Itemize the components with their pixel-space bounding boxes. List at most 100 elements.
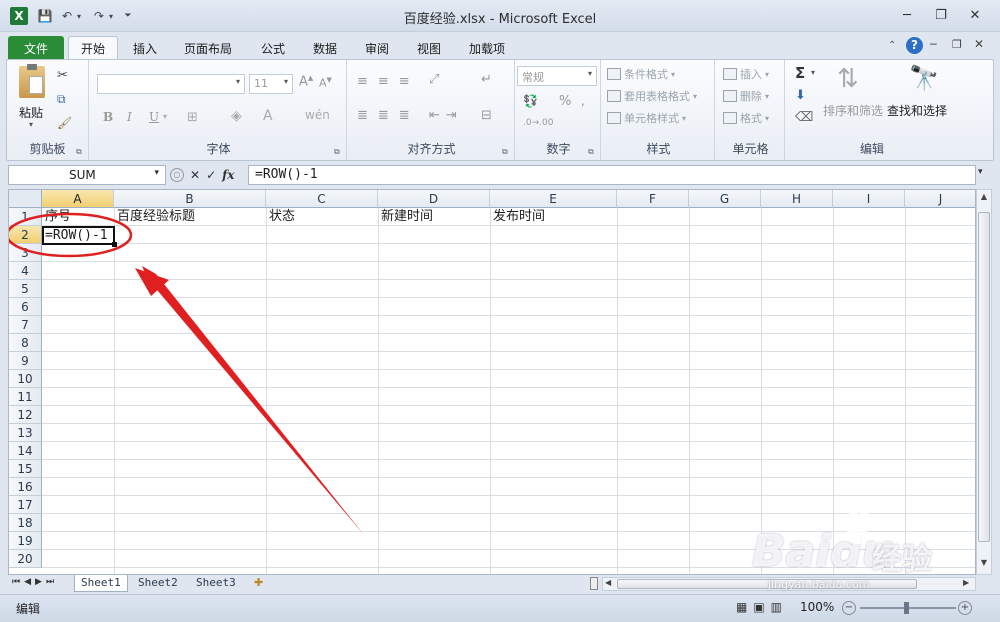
close-button[interactable]: ✕ [962, 6, 988, 24]
zoom-slider-thumb[interactable] [904, 602, 909, 614]
percent-icon[interactable]: % [559, 94, 571, 109]
font-launcher-icon[interactable]: ⧉ [334, 147, 343, 156]
zoom-level[interactable]: 100% [800, 600, 834, 614]
tab-addins[interactable]: 加载项 [457, 36, 517, 60]
view-buttons-icons[interactable]: ▦▣▥ [736, 600, 788, 614]
find-select-icon[interactable]: 🔭 [909, 64, 939, 92]
tab-data[interactable]: 数据 [301, 36, 349, 60]
baidu-watermark: Baidu 经验 jingyan.baidu.com [748, 508, 948, 598]
clipboard-launcher-icon[interactable]: ⧉ [76, 147, 85, 156]
doc-close-icon[interactable]: ✕ [974, 37, 984, 51]
horizontal-align-icons[interactable]: ≣≣≣ [357, 108, 420, 123]
restore-button[interactable]: ❐ [928, 6, 954, 24]
sheet-tab-sheet1[interactable]: Sheet1 [74, 575, 128, 592]
wrap-text-icon[interactable]: ↵ [481, 72, 492, 87]
comma-icon[interactable]: , [581, 94, 585, 108]
help-icon[interactable]: ? [906, 37, 923, 54]
format-as-table-button[interactable]: 套用表格格式 ▾ [607, 88, 697, 104]
zoom-in-icon[interactable]: + [958, 601, 972, 615]
number-group: 常规 ▾ 💱 % , .0→.00 数字 ⧉ [517, 60, 601, 160]
phonetic-icon[interactable]: wén [305, 108, 330, 122]
underline-icon[interactable]: U [149, 110, 159, 124]
alignment-launcher-icon[interactable]: ⧉ [502, 147, 511, 156]
editing-group: Σ ▾ ⬇ ⌫ ⇅ 排序和筛选 🔭 查找和选择 编辑 [787, 60, 957, 160]
font-color-icon[interactable]: A [263, 108, 273, 124]
autosum-dropdown-icon[interactable]: ▾ [811, 68, 815, 77]
minimize-button[interactable]: ─ [894, 6, 920, 24]
expand-formula-bar-icon[interactable]: ▾ [978, 167, 983, 177]
copy-icon[interactable]: ⧉ [57, 92, 66, 107]
grow-font-icon[interactable]: A▲ [299, 74, 313, 89]
window-title: 百度经验.xlsx - Microsoft Excel [403, 12, 597, 27]
scroll-left-icon[interactable]: ◀ [605, 578, 611, 587]
doc-minimize-icon[interactable]: ─ [930, 38, 937, 51]
autosum-icon[interactable]: Σ [795, 64, 805, 82]
delete-cells-button[interactable]: 删除 ▾ [723, 88, 769, 104]
insert-function-icon[interactable]: fx [222, 168, 234, 182]
name-box-dropdown-icon[interactable]: ▾ [154, 168, 159, 182]
currency-icon[interactable]: 💱 [523, 94, 538, 108]
scroll-right-icon[interactable]: ▶ [963, 578, 969, 587]
orientation-icon[interactable]: ⤢ [429, 72, 439, 87]
bold-icon[interactable]: B [103, 110, 113, 124]
scroll-up-icon[interactable]: ▲ [978, 192, 990, 201]
enter-formula-icon[interactable]: ✓ [206, 168, 216, 182]
format-cells-button[interactable]: 格式 ▾ [723, 110, 769, 126]
sort-filter-icon[interactable]: ⇅ [837, 64, 859, 94]
conditional-format-button[interactable]: 条件格式 ▾ [607, 66, 675, 82]
cancel-formula-icon[interactable]: ✕ [190, 168, 200, 182]
borders-icon[interactable]: ⊞ [187, 110, 198, 125]
zoom-out-icon[interactable]: − [842, 601, 856, 615]
delete-cells-label: 删除 [740, 90, 762, 103]
scroll-down-icon[interactable]: ▼ [978, 558, 990, 567]
insert-cells-button[interactable]: 插入 ▾ [723, 66, 769, 82]
paste-dropdown-icon[interactable]: ▾ [29, 120, 33, 129]
sheet-tab-sheet3[interactable]: Sheet3 [190, 575, 242, 592]
tab-review[interactable]: 审阅 [353, 36, 401, 60]
fill-color-icon[interactable]: ◈ [231, 108, 242, 124]
formula-input[interactable]: =ROW()-1 [248, 165, 976, 185]
shrink-font-icon[interactable]: A▼ [319, 76, 332, 90]
italic-icon[interactable]: I [127, 110, 132, 124]
name-box[interactable]: SUM ▾ [8, 165, 166, 185]
doc-restore-icon[interactable]: ❐ [952, 38, 962, 51]
insert-sheet-icon[interactable]: ✚ [254, 576, 263, 589]
scroll-thumb[interactable] [978, 212, 990, 542]
font-size-value: 11 [254, 77, 268, 90]
merge-center-icon[interactable]: ⊟ [481, 108, 492, 123]
sheet-tab-sheet2[interactable]: Sheet2 [132, 575, 184, 592]
number-launcher-icon[interactable]: ⧉ [588, 147, 597, 156]
underline-dropdown-icon[interactable]: ▾ [163, 112, 167, 121]
cells-group: 插入 ▾ 删除 ▾ 格式 ▾ 单元格 [717, 60, 785, 160]
vertical-scrollbar[interactable]: ▲ ▼ [976, 189, 992, 575]
sort-filter-label[interactable]: 排序和筛选 [823, 102, 883, 119]
format-painter-icon[interactable]: 🖌 [57, 116, 72, 130]
tab-home[interactable]: 开始 [68, 36, 119, 60]
alignment-group: ≡≡≡ ⤢ ↵ ≣≣≣ ⇤⇥ ⊟ 对齐方式 ⧉ [349, 60, 515, 160]
paste-button[interactable] [15, 64, 49, 104]
cut-icon[interactable]: ✂ [57, 68, 68, 83]
find-select-label[interactable]: 查找和选择 [887, 102, 947, 119]
formula-bar-grip-icon[interactable]: ○ [170, 168, 184, 182]
vertical-align-icons[interactable]: ≡≡≡ [357, 74, 420, 89]
font-size-combo[interactable]: 11 ▾ [249, 74, 293, 94]
tab-formulas[interactable]: 公式 [249, 36, 297, 60]
fill-icon[interactable]: ⬇ [795, 88, 806, 103]
minimize-ribbon-icon[interactable]: ⌃ [888, 40, 896, 51]
font-name-combo[interactable]: ▾ [97, 74, 245, 94]
paste-label[interactable]: 粘贴 [19, 104, 43, 121]
clear-icon[interactable]: ⌫ [795, 110, 813, 125]
alignment-group-label: 对齐方式 [407, 142, 456, 156]
increase-decimal-icon[interactable]: .0→.00 [523, 118, 553, 128]
tab-split-handle[interactable] [590, 577, 598, 590]
tab-file[interactable]: 文件 [8, 36, 64, 60]
tab-page-layout[interactable]: 页面布局 [172, 36, 244, 60]
styles-group: 条件格式 ▾ 套用表格格式 ▾ 单元格样式 ▾ 样式 [603, 60, 715, 160]
cell-styles-button[interactable]: 单元格样式 ▾ [607, 110, 686, 126]
tab-view[interactable]: 视图 [405, 36, 453, 60]
format-cells-label: 格式 [740, 112, 762, 125]
indent-icons[interactable]: ⇤⇥ [429, 108, 463, 123]
tab-insert[interactable]: 插入 [121, 36, 169, 60]
number-format-combo[interactable]: 常规 ▾ [517, 66, 597, 86]
sheet-nav-icons[interactable]: ⏮◀▶⏭ [12, 577, 58, 587]
